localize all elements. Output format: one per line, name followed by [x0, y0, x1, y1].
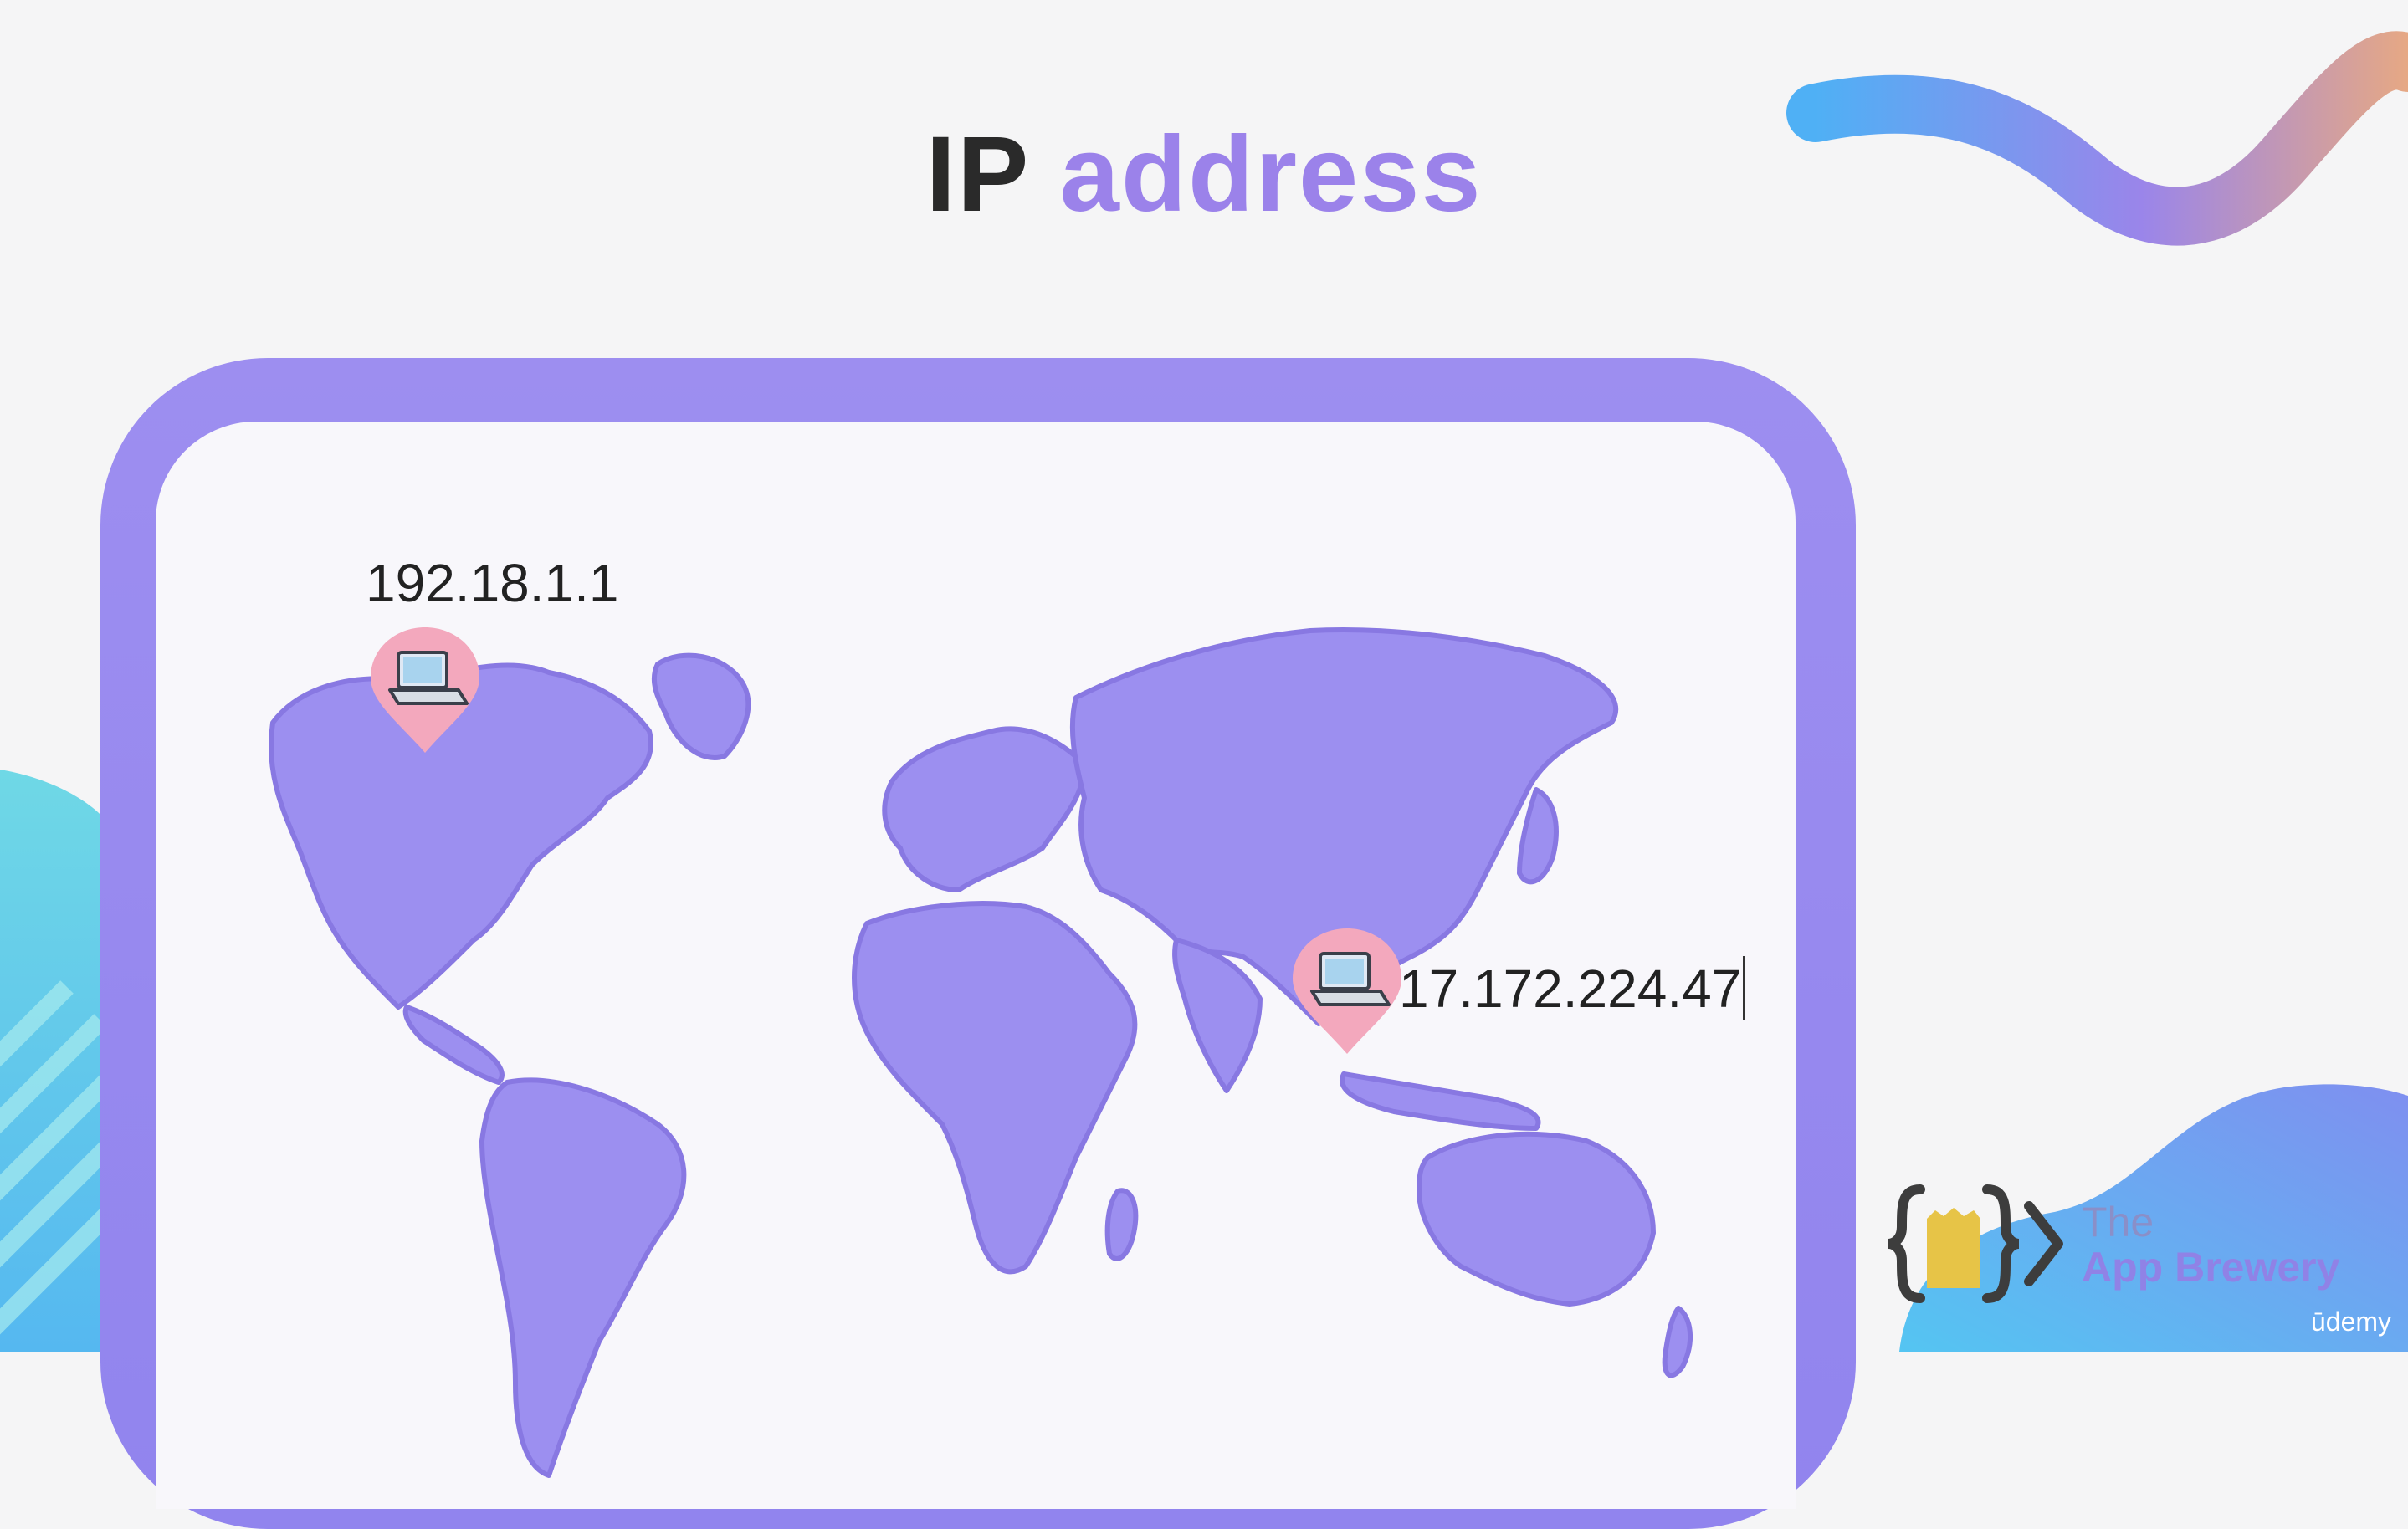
laptop-pin-icon — [371, 627, 479, 753]
logo-the: The — [2082, 1199, 2154, 1245]
decorative-blob-left — [0, 770, 117, 1352]
map-central-america — [402, 1005, 505, 1085]
text-cursor — [1743, 956, 1745, 1020]
map-africa — [852, 901, 1138, 1275]
map-japan — [1517, 787, 1559, 885]
map-europe — [882, 726, 1087, 892]
slide-title-address: address — [1059, 115, 1483, 234]
map-australia — [1417, 1131, 1656, 1307]
map-new-zealand — [1662, 1306, 1693, 1378]
map-south-america — [479, 1077, 687, 1478]
map-greenland — [651, 652, 751, 760]
ip-label-north-america: 192.18.1.1 — [366, 553, 619, 613]
udemy-watermark: ūdemy — [2311, 1307, 2392, 1337]
slide-title-ip: IP — [925, 115, 1029, 234]
map-indonesia — [1340, 1071, 1541, 1131]
ip-label-southeast-asia: 17.172.224.47 — [1399, 959, 1742, 1019]
map-india — [1172, 938, 1263, 1093]
logo-brand-name: App Brewery — [2082, 1244, 2340, 1291]
laptop-pin-icon — [1293, 928, 1401, 1054]
slide-title: IP address — [0, 113, 2408, 236]
app-brewery-logo-icon — [1888, 1184, 2063, 1303]
app-brewery-logo-text: The App Brewery — [2082, 1198, 2339, 1291]
map-madagascar — [1104, 1188, 1139, 1261]
